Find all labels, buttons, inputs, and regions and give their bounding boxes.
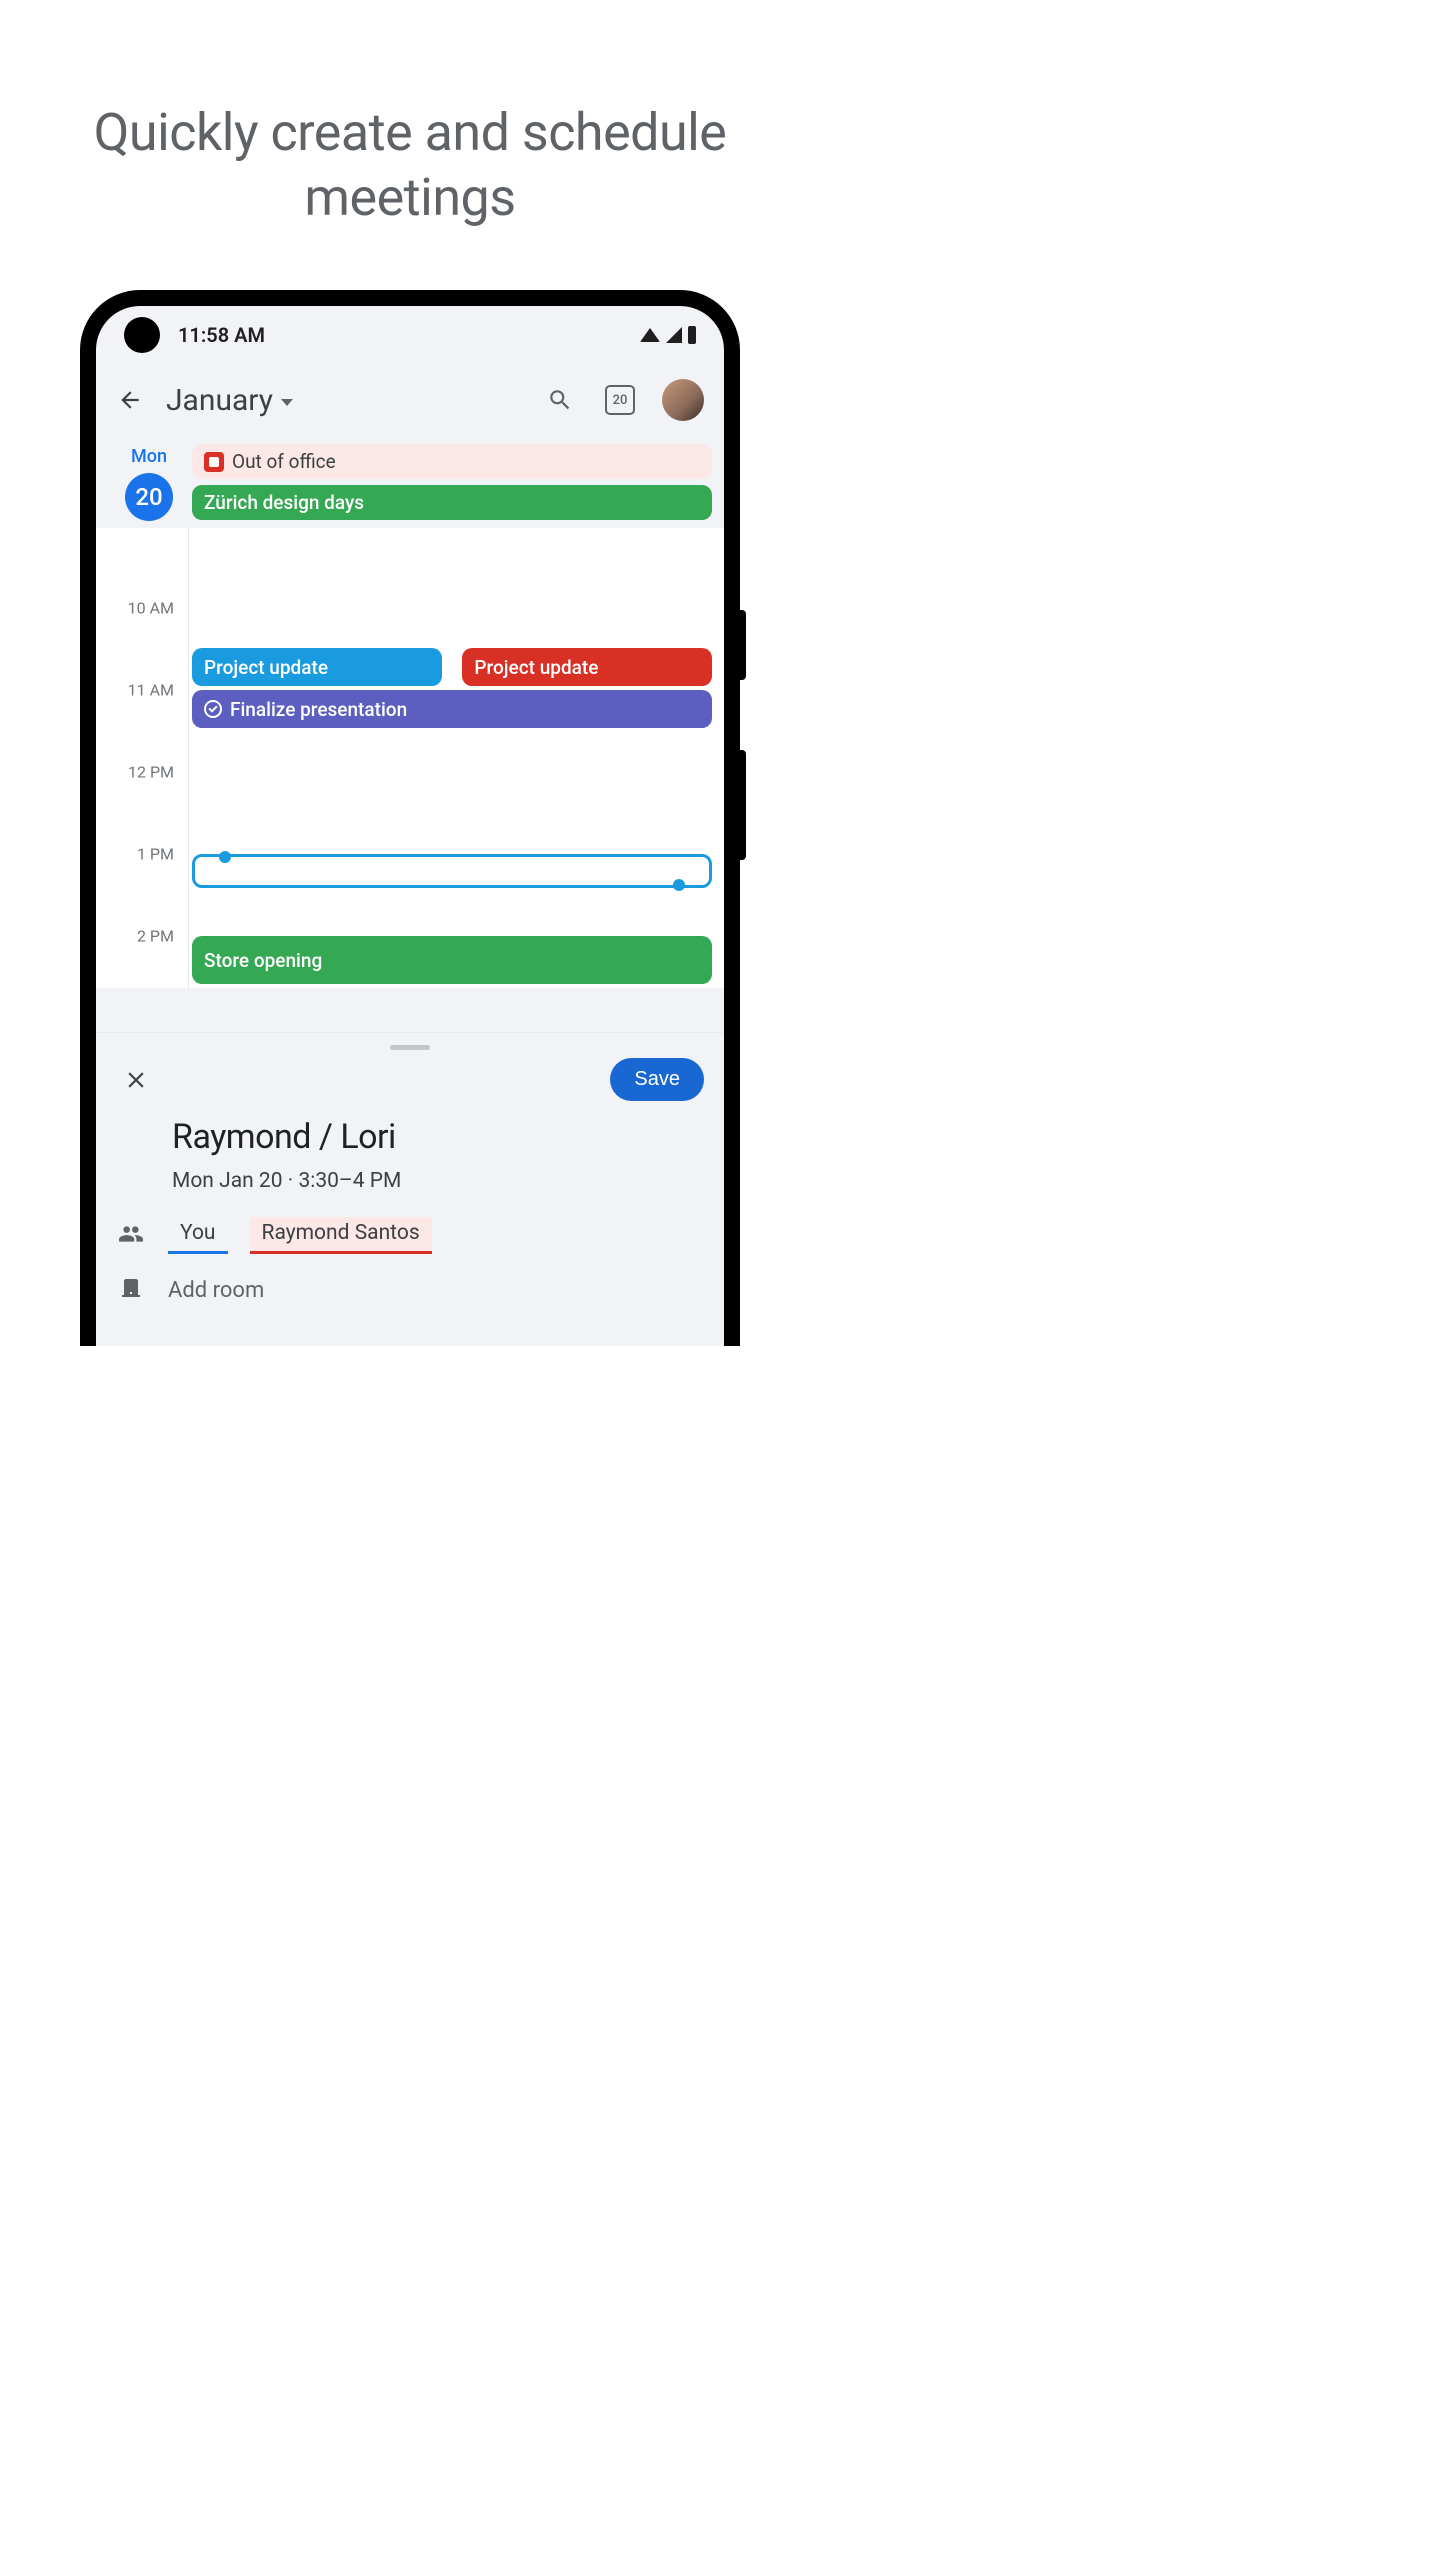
- close-icon: [123, 1067, 149, 1093]
- time-label: 12 PM: [128, 763, 174, 782]
- timeline[interactable]: 10 AM 11 AM 12 PM 1 PM 2 PM Project upda…: [96, 528, 724, 988]
- event-label: Out of office: [232, 450, 336, 473]
- grid-line: [188, 528, 189, 988]
- month-label: January: [166, 383, 273, 418]
- event-out-of-office[interactable]: Out of office: [192, 444, 712, 479]
- close-button[interactable]: [116, 1060, 156, 1100]
- weekday-label: Mon: [110, 446, 188, 467]
- sheet-drag-handle[interactable]: [390, 1045, 430, 1050]
- wifi-icon: [640, 328, 660, 342]
- event-title[interactable]: Raymond / Lori: [172, 1117, 704, 1157]
- room-icon: [116, 1276, 146, 1304]
- camera-hole: [124, 317, 160, 353]
- events-area: Project update Project update Finalize p…: [192, 528, 712, 988]
- event-store-opening[interactable]: Store opening: [192, 936, 712, 984]
- phone-frame: 11:58 AM January 20: [80, 290, 740, 1346]
- all-day-events: Out of office Zürich design days: [188, 440, 724, 532]
- month-picker[interactable]: January: [166, 383, 522, 418]
- event-label: Finalize presentation: [230, 698, 407, 721]
- account-avatar[interactable]: [662, 379, 704, 421]
- calendar-header: January 20: [96, 360, 724, 440]
- attendee-chip-you[interactable]: You: [168, 1217, 228, 1254]
- event-project-update-blue[interactable]: Project update: [192, 648, 442, 686]
- arrow-left-icon: [117, 387, 143, 413]
- task-check-icon: [204, 700, 222, 718]
- event-datetime[interactable]: Mon Jan 20 · 3:30–4 PM: [172, 1169, 704, 1193]
- time-label: 2 PM: [137, 927, 174, 946]
- phone-side-button: [740, 610, 746, 680]
- event-label: Project update: [474, 656, 598, 679]
- time-labels: 10 AM 11 AM 12 PM 1 PM 2 PM: [96, 528, 188, 988]
- phone-side-button: [740, 750, 746, 860]
- ooo-icon: [204, 452, 224, 472]
- cellular-icon: [666, 327, 682, 343]
- today-button[interactable]: 20: [598, 378, 642, 422]
- event-label: Zürich design days: [204, 491, 364, 514]
- promo-headline: Quickly create and schedule meetings: [0, 0, 820, 290]
- back-button[interactable]: [110, 380, 150, 420]
- phone-screen: 11:58 AM January 20: [96, 306, 724, 1346]
- time-label: 10 AM: [128, 599, 174, 618]
- day-column-header[interactable]: Mon 20: [110, 440, 188, 532]
- time-label: 1 PM: [137, 845, 174, 864]
- add-room-label: Add room: [168, 1278, 264, 1303]
- status-icons: [640, 326, 696, 344]
- save-button[interactable]: Save: [610, 1058, 704, 1101]
- event-project-update-red[interactable]: Project update: [462, 648, 712, 686]
- status-time: 11:58 AM: [178, 323, 640, 347]
- event-label: Project update: [204, 656, 328, 679]
- event-zurich-design-days[interactable]: Zürich design days: [192, 485, 712, 520]
- time-label: 11 AM: [128, 681, 174, 700]
- people-icon: [116, 1221, 146, 1251]
- search-button[interactable]: [538, 378, 582, 422]
- chevron-down-icon: [281, 399, 293, 406]
- all-day-row: Mon 20 Out of office Zürich design days: [96, 440, 724, 532]
- event-label: Store opening: [204, 949, 322, 972]
- attendee-chip-raymond[interactable]: Raymond Santos: [250, 1217, 432, 1254]
- battery-icon: [688, 326, 696, 344]
- event-create-sheet: Save Raymond / Lori Mon Jan 20 · 3:30–4 …: [96, 1032, 724, 1346]
- event-finalize-presentation[interactable]: Finalize presentation: [192, 690, 712, 728]
- status-bar: 11:58 AM: [96, 306, 724, 360]
- add-room-row[interactable]: Add room: [172, 1276, 704, 1304]
- new-event-slot[interactable]: [192, 854, 712, 888]
- resize-handle-top[interactable]: [219, 851, 231, 863]
- attendees-row[interactable]: You Raymond Santos: [172, 1217, 704, 1254]
- day-number: 20: [125, 473, 173, 521]
- calendar-today-icon: 20: [605, 385, 635, 415]
- search-icon: [547, 387, 573, 413]
- resize-handle-bottom[interactable]: [673, 879, 685, 891]
